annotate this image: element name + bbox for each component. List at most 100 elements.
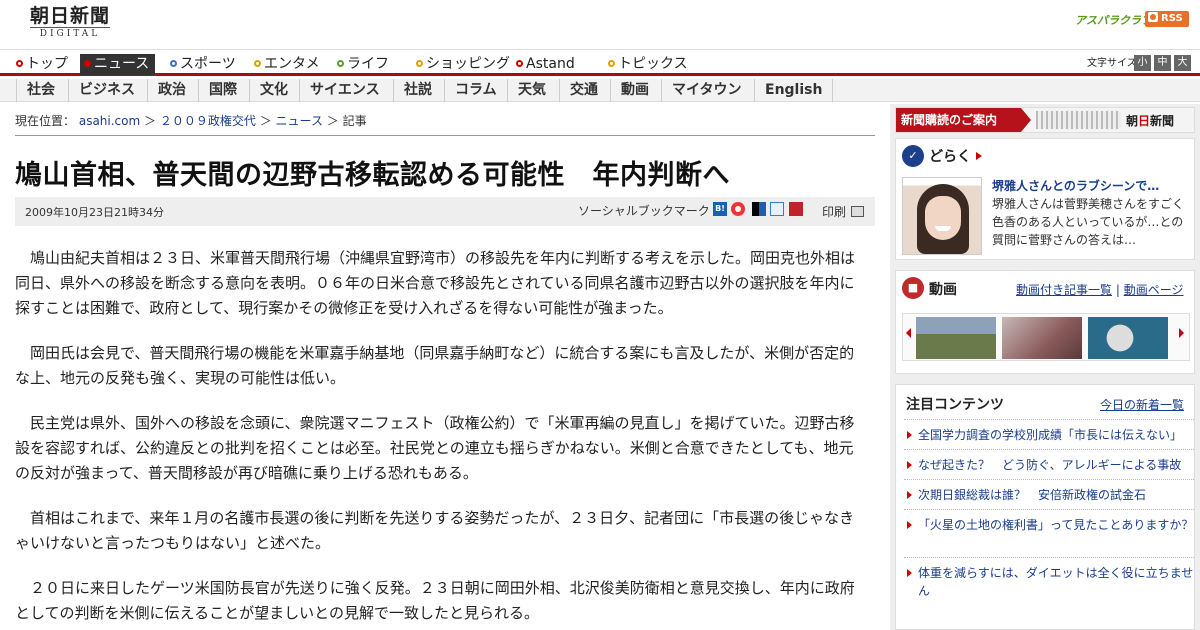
subscription-banner[interactable]: 新聞購読のご案内 朝日新聞 <box>895 107 1195 133</box>
category-traffic[interactable]: 交通 <box>559 79 598 102</box>
printer-icon[interactable] <box>851 206 864 217</box>
video-thumbnail[interactable] <box>1002 317 1082 359</box>
arrow-right-icon <box>907 569 912 577</box>
hatena-bookmark-icon[interactable]: B! <box>713 202 727 216</box>
nav-item-entame[interactable]: エンタメ <box>250 54 326 75</box>
attention-item[interactable]: 全国学力調査の学校別成績「市長には伝えない」 <box>904 419 1194 444</box>
arrow-right-icon <box>907 461 912 469</box>
bullet-icon <box>254 60 261 67</box>
breadcrumb-link-news[interactable]: ニュース <box>276 114 323 128</box>
arrow-right-icon <box>907 431 912 439</box>
yahoo-bookmark-icon[interactable] <box>789 202 803 216</box>
main-nav: トップ ニュース スポーツ エンタメ ライフ ショッピング Astand トピッ… <box>0 52 1200 76</box>
nav-label: ニュース <box>94 56 150 72</box>
category-international[interactable]: 国際 <box>198 79 237 102</box>
category-politics[interactable]: 政治 <box>147 79 186 102</box>
nav-label: エンタメ <box>264 56 320 72</box>
logo-digital: DIGITAL <box>30 27 111 39</box>
doraku-photo[interactable] <box>902 177 982 255</box>
video-page-link[interactable]: 動画ページ <box>1124 283 1184 297</box>
fontsize-small-button[interactable]: 小 <box>1134 55 1151 71</box>
arrow-right-icon <box>907 521 912 529</box>
category-mytown[interactable]: マイタウン <box>661 79 741 102</box>
doraku-title[interactable]: どらく <box>929 146 982 166</box>
asahi-logo[interactable]: 朝日新聞 DIGITAL <box>30 6 111 39</box>
breadcrumb-prefix: 現在位置： <box>15 114 76 128</box>
asupara-club-link[interactable]: アスパラクラブ <box>1075 12 1152 28</box>
doraku-icon: ✓ <box>902 145 924 167</box>
article-meta-bar: 2009年10月23日21時34分 ソーシャルブックマーク B! 印刷 <box>15 197 875 226</box>
nav-item-life[interactable]: ライフ <box>333 54 395 75</box>
video-camera-icon: ■ <box>902 277 924 299</box>
nav-item-top[interactable]: トップ <box>12 54 74 75</box>
livedoor-clip-icon[interactable] <box>770 202 784 216</box>
category-video[interactable]: 動画 <box>610 79 649 102</box>
asahi-newspaper-logo: 朝日新聞 <box>1126 112 1174 129</box>
video-thumbnail[interactable] <box>916 317 996 359</box>
category-editorial[interactable]: 社説 <box>393 79 432 102</box>
nav-item-topics[interactable]: トピックス <box>604 54 694 75</box>
category-english[interactable]: English <box>754 79 834 102</box>
fontsize-large-button[interactable]: 大 <box>1174 55 1191 71</box>
doraku-article-link[interactable]: 堺雅人さんとのラブシーンで… <box>992 177 1159 194</box>
doraku-summary: 堺雅人さんは菅野美穂さんをすごく色香のある人といっているが…との質問に菅野さんの… <box>992 197 1185 247</box>
category-culture[interactable]: 文化 <box>249 79 288 102</box>
video-panel: ■ 動画 動画付き記事一覧 | 動画ページ <box>895 270 1195 374</box>
article-paragraph: ２０日に来日したゲーツ米国防長官が先送りに強く反発。２３日朝に岡田外相、北沢俊美… <box>15 579 855 622</box>
nav-item-news[interactable]: ニュース <box>80 54 156 75</box>
breadcrumb-current: 記事 <box>342 114 367 128</box>
attention-item-label: 次期日銀総裁は誰？ 安倍新政権の試金石 <box>918 488 1147 502</box>
nav-item-sports[interactable]: スポーツ <box>166 54 242 75</box>
category-column[interactable]: コラム <box>444 79 497 102</box>
subscription-banner-label: 新聞購読のご案内 <box>896 108 1031 132</box>
rss-button[interactable]: RSS <box>1145 11 1189 27</box>
bullet-icon <box>84 60 91 67</box>
rss-icon <box>1148 12 1158 22</box>
carousel-next-icon[interactable] <box>1179 328 1184 338</box>
breadcrumb-separator: ＞ <box>144 114 157 128</box>
attention-item[interactable]: なぜ起きた？ どう防ぐ、アレルギーによる事故 <box>904 449 1194 474</box>
attention-item-label: 体重を減らすには、ダイエットは全く役に立ちません <box>918 566 1194 598</box>
nav-item-astand[interactable]: Astand <box>512 54 581 75</box>
breadcrumb-link-election[interactable]: ２００９政権交代 <box>160 114 256 128</box>
breadcrumb-link-asahi[interactable]: asahi.com <box>79 114 140 128</box>
delicious-icon[interactable] <box>752 202 766 216</box>
breadcrumb-separator: ＞ <box>259 114 272 128</box>
ad-logo-part: 新聞 <box>1150 114 1175 128</box>
rss-label: RSS <box>1161 13 1183 24</box>
attention-item[interactable]: 体重を減らすには、ダイエットは全く役に立ちません <box>904 557 1194 600</box>
attention-item-label: なぜ起きた？ どう防ぐ、アレルギーによる事故 <box>918 458 1182 472</box>
attention-item-label: 全国学力調査の学校別成績「市長には伝えない」 <box>918 428 1183 442</box>
category-society[interactable]: 社会 <box>16 79 55 102</box>
nav-label: トピックス <box>618 56 688 72</box>
article-headline: 鳩山首相、普天間の辺野古移転認める可能性 年内判断へ <box>15 160 730 191</box>
print-label[interactable]: 印刷 <box>822 203 846 220</box>
video-thumbnail[interactable] <box>1088 317 1168 359</box>
nav-label: ショッピング <box>426 56 510 72</box>
category-business[interactable]: ビジネス <box>68 79 135 102</box>
divider <box>15 135 875 136</box>
nav-item-shopping[interactable]: ショッピング <box>412 54 516 75</box>
bullet-icon <box>16 60 23 67</box>
article-body: 鳩山由紀夫首相は２３日、米軍普天間飛行場（沖縄県宜野湾市）の移設先を年内に判断す… <box>15 246 865 630</box>
nav-label: Astand <box>526 56 575 72</box>
sidebar: 新聞購読のご案内 朝日新聞 ✓ どらく 堺雅人さんとのラブシーンで… 堺雅人さん… <box>890 104 1200 630</box>
buzzurl-icon[interactable] <box>731 202 745 216</box>
category-weather[interactable]: 天気 <box>507 79 546 102</box>
article-paragraph: 民主党は県外、国外への移設を念頭に、衆院選マニフェスト（政権公約）で「米軍再編の… <box>15 414 855 482</box>
category-science[interactable]: サイエンス <box>299 79 380 102</box>
carousel-prev-icon[interactable] <box>906 328 911 338</box>
arrow-right-icon <box>976 152 982 160</box>
link-separator: | <box>1115 283 1120 297</box>
doraku-panel: ✓ どらく 堺雅人さんとのラブシーンで… 堺雅人さんは菅野美穂さんをすごく色香の… <box>895 138 1195 260</box>
attention-panel: 注目コンテンツ 今日の新着一覧 全国学力調査の学校別成績「市長には伝えない」 な… <box>895 384 1195 630</box>
article-paragraph: 岡田氏は会見で、普天間飛行場の機能を米軍嘉手納基地（同県嘉手納町など）に統合する… <box>15 344 855 387</box>
attention-item[interactable]: 次期日銀総裁は誰？ 安倍新政権の試金石 <box>904 479 1194 504</box>
breadcrumb-separator: ＞ <box>326 114 339 128</box>
fontsize-medium-button[interactable]: 中 <box>1154 55 1171 71</box>
video-articles-link[interactable]: 動画付き記事一覧 <box>1016 283 1112 297</box>
attention-item[interactable]: 「火星の土地の権利書」って見たことありますか？ <box>904 509 1194 534</box>
bullet-icon <box>337 60 344 67</box>
ad-logo-part: 朝 <box>1126 114 1139 128</box>
today-new-list-link[interactable]: 今日の新着一覧 <box>1100 396 1184 413</box>
